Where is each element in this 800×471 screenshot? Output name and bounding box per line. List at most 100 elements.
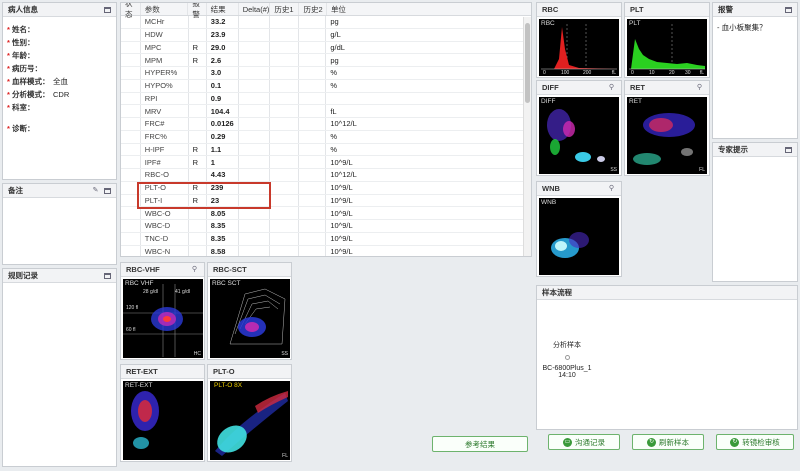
table-row[interactable]: HYPER% 3.0%	[121, 67, 531, 80]
table-header: 状态 参数 报警 结果 Delta(#) 历史1 历史2 单位	[121, 3, 531, 19]
table-row[interactable]: MCHr 33.2 pg	[121, 16, 531, 29]
plot-inner-label: RBC VHF	[125, 280, 154, 287]
ret-scatter-svg	[633, 113, 695, 165]
cell-unit: 10^9/L	[330, 221, 353, 231]
col-unit[interactable]: 单位	[327, 3, 531, 15]
cell-history2	[299, 130, 327, 143]
cell-history2	[299, 207, 327, 219]
cell-history1	[270, 156, 299, 168]
pin-icon[interactable]	[104, 272, 111, 279]
cell-history2	[299, 92, 327, 105]
cell-history1	[270, 28, 299, 41]
cell-unit: 10^9/L	[330, 157, 353, 167]
plot-inner-label: DIFF	[541, 98, 556, 105]
field-key: 诊断：	[3, 123, 53, 134]
table-row[interactable]: TNC-D 8.35 10^9/L	[121, 232, 531, 246]
histogram-rbc: RBC RBC 0 100 200 fL	[536, 2, 622, 78]
refresh-sample-button[interactable]: ↻ 刷新样本	[632, 434, 704, 450]
zoom-icon[interactable]: ⚲	[190, 265, 199, 274]
cell-history1	[270, 207, 299, 219]
scatter-canvas: RET-EXT	[123, 381, 203, 460]
table-row[interactable]: MPM R 2.6 pg	[121, 54, 531, 67]
patient-field: 血样模式：全血	[3, 75, 116, 88]
cell-flag: R	[189, 143, 207, 156]
zoom-icon[interactable]: ⚲	[695, 83, 704, 92]
cell-history2	[299, 143, 327, 156]
cell-history1	[270, 92, 299, 105]
cell-delta	[239, 130, 270, 143]
cell-delta	[239, 207, 270, 219]
tick-label: 100	[561, 70, 570, 76]
table-row[interactable]: MRV 104.4 fL	[121, 105, 531, 118]
tick-label: 0	[543, 70, 546, 76]
cell-param: WBC-N	[141, 245, 189, 256]
cell-param: MPM	[141, 54, 189, 66]
cell-unit: 10^9/L	[330, 234, 353, 244]
table-row[interactable]: FRC% 0.29%	[121, 130, 531, 144]
cell-result: 0.0126	[207, 118, 239, 130]
cell-result: 1.1	[207, 143, 239, 156]
cell-param: MPC	[141, 41, 189, 54]
col-history1[interactable]: 历史1	[270, 3, 300, 15]
field-key: 分析模式：	[3, 89, 53, 100]
col-status[interactable]: 状态	[121, 3, 141, 19]
review-icon: ↻	[730, 437, 740, 447]
table-row[interactable]: WBC-N 8.58 10^9/L	[121, 245, 531, 256]
patient-field: 病历号：	[3, 62, 116, 75]
edit-icon[interactable]: ✎	[91, 186, 100, 195]
plot-inner-label: RBC	[541, 20, 555, 27]
pin-icon[interactable]	[104, 6, 111, 13]
col-flag[interactable]: 报警	[188, 3, 207, 19]
cell-flag	[189, 105, 207, 117]
table-row[interactable]: RBC-O 4.43 10^12/L	[121, 169, 531, 182]
cell-history1	[270, 16, 299, 28]
zoom-icon[interactable]: ⚲	[607, 83, 616, 92]
cell-status	[121, 156, 141, 168]
plot-title: WNB	[542, 184, 560, 193]
cell-flag	[189, 130, 207, 143]
cell-result: 8.35	[207, 232, 239, 245]
table-row[interactable]: H-IPF R 1.1%	[121, 143, 531, 157]
microscopy-review-button[interactable]: ↻ 转镜检审核	[716, 434, 794, 450]
col-result[interactable]: 结果	[207, 3, 239, 15]
col-delta[interactable]: Delta(#)	[239, 3, 271, 15]
table-row[interactable]: MPC R 29.0 g/dL	[121, 41, 531, 55]
table-row[interactable]: WBC-O 8.05 10^9/L	[121, 207, 531, 220]
communication-log-button[interactable]: ▭ 沟通记录	[548, 434, 620, 450]
scatter-canvas: PLT-O 8X FL	[210, 381, 290, 460]
table-row[interactable]: HYPO% 0.1%	[121, 79, 531, 93]
cell-status	[121, 245, 141, 256]
axis-label: HC	[193, 351, 201, 357]
cell-history1	[270, 67, 299, 79]
alarm-panel: 报警 - 血小板聚集？	[712, 2, 798, 139]
tick-label: fL	[611, 70, 616, 76]
table-row[interactable]: RPI 0.9	[121, 92, 531, 106]
pin-icon[interactable]	[785, 146, 792, 153]
cell-unit: pg	[330, 55, 339, 65]
cell-status	[121, 79, 141, 92]
scrollbar-thumb[interactable]	[525, 23, 530, 103]
cell-unit: 10^9/L	[330, 246, 353, 256]
reference-results-button[interactable]: 参考结果	[432, 436, 528, 452]
rules-title: 规则记录	[8, 271, 38, 280]
pin-icon[interactable]	[104, 187, 111, 194]
pin-icon[interactable]	[785, 6, 792, 13]
zoom-icon[interactable]: ⚲	[607, 184, 616, 193]
axis-label: SS	[281, 351, 288, 357]
col-param[interactable]: 参数	[141, 3, 189, 15]
cell-history2	[299, 156, 327, 168]
cell-flag	[189, 67, 207, 79]
ret-ext-scatter-svg	[131, 391, 159, 449]
col-history2[interactable]: 历史2	[299, 3, 327, 15]
scrollbar[interactable]	[523, 17, 531, 256]
cell-status	[121, 169, 141, 181]
cell-result: 4.43	[207, 169, 239, 181]
patient-field: 姓名：	[3, 23, 116, 36]
field-key: 年龄：	[3, 50, 53, 61]
expert-title: 专家提示	[718, 145, 748, 154]
table-row[interactable]: HDW 23.9 g/L	[121, 28, 531, 42]
rbc-histogram-svg	[541, 24, 617, 70]
table-row[interactable]: FRC# 0.0126 10^12/L	[121, 118, 531, 131]
table-row[interactable]: IPF# R 1 10^9/L	[121, 156, 531, 169]
table-row[interactable]: WBC-D 8.35 10^9/L	[121, 220, 531, 233]
